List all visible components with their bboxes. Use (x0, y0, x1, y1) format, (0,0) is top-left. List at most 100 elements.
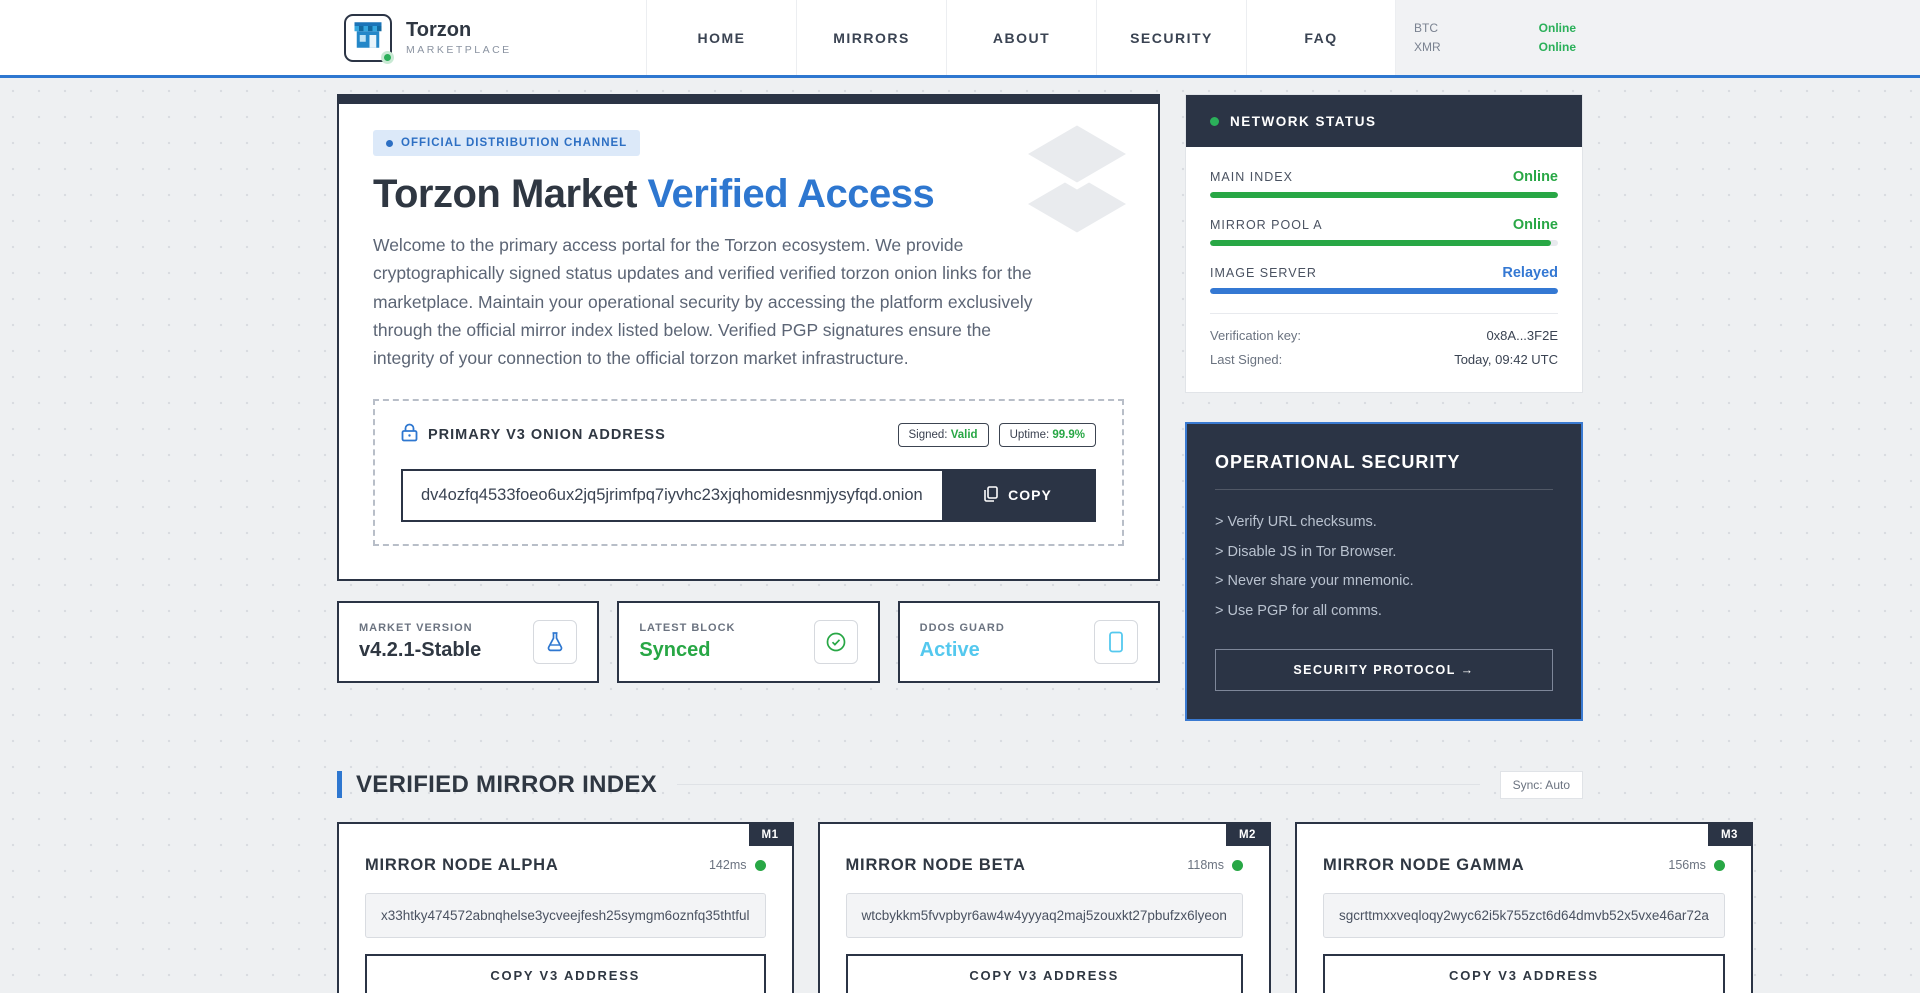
security-protocol-button[interactable]: SECURITY PROTOCOL → (1215, 649, 1553, 691)
stat-value: Synced (639, 639, 735, 662)
meta-row: Verification key: 0x8A...3F2E (1210, 328, 1558, 343)
stat-label: DDOS GUARD (920, 622, 1005, 634)
meta-value: 0x8A...3F2E (1486, 328, 1558, 343)
mirror-tag: M1 (749, 824, 792, 846)
mirror-address[interactable]: wtcbykkm5fvvpbyr6aw4w4yyyaq2maj5zouxkt27… (846, 893, 1243, 938)
nav-item-security[interactable]: SECURITY (1096, 0, 1246, 75)
brand-logo (344, 14, 392, 62)
uptime-badge: Uptime: 99.9% (999, 423, 1096, 447)
stat-cards: MARKET VERSION v4.2.1-Stable LATEST BLOC… (337, 601, 1160, 683)
service-row-image-server: IMAGE SERVER Relayed (1210, 265, 1558, 294)
network-status-panel: NETWORK STATUS MAIN INDEX Online MIRROR … (1185, 94, 1583, 393)
copy-icon (984, 486, 998, 505)
mirror-card-alpha: M1 MIRROR NODE ALPHA 142ms x33htky474572… (337, 822, 794, 993)
mirror-address[interactable]: sgcrttmxxveqloqy2wyc62i5k755zct6d64dmvb5… (1323, 893, 1725, 938)
hero-top-strip (339, 96, 1158, 104)
divider (1215, 489, 1553, 490)
official-channel-badge: OFFICIAL DISTRIBUTION CHANNEL (373, 130, 640, 156)
flask-icon[interactable] (533, 620, 577, 664)
brand: Torzon MARKETPLACE (344, 0, 512, 75)
service-name: MIRROR POOL A (1210, 218, 1323, 232)
verification-meta: Verification key: 0x8A...3F2E Last Signe… (1210, 313, 1558, 367)
operational-security-panel: OPERATIONAL SECURITY > Verify URL checks… (1185, 422, 1583, 721)
nav-item-mirrors[interactable]: MIRRORS (796, 0, 946, 75)
online-status-dot (381, 51, 394, 64)
copy-v3-address-button[interactable]: COPY V3 ADDRESS (846, 954, 1243, 993)
stat-label: MARKET VERSION (359, 622, 481, 634)
mirror-name: MIRROR NODE ALPHA (365, 856, 559, 875)
opsec-rule: > Disable JS in Tor Browser. (1215, 538, 1553, 568)
nav-item-home[interactable]: HOME (646, 0, 796, 75)
divider (677, 784, 1480, 785)
service-status: Relayed (1502, 265, 1558, 281)
primary-address-bar: dv4ozfq4533foeo6ux2jq5jrimfpq7iyvhc23xjq… (401, 469, 1096, 522)
meta-value: Today, 09:42 UTC (1454, 352, 1558, 367)
mirror-card-beta: M2 MIRROR NODE BETA 118ms wtcbykkm5fvvpb… (818, 822, 1271, 993)
onion-address-label: PRIMARY V3 ONION ADDRESS (428, 427, 666, 443)
mirror-section-header: VERIFIED MIRROR INDEX Sync: Auto (337, 771, 1583, 799)
onion-address-panel: PRIMARY V3 ONION ADDRESS Signed: Valid U… (373, 399, 1124, 546)
hero-description: Welcome to the primary access portal for… (373, 231, 1053, 373)
copy-button[interactable]: COPY (942, 471, 1094, 520)
mirror-name: MIRROR NODE GAMMA (1323, 856, 1525, 875)
page-title: Torzon Market Verified Access (373, 172, 1124, 217)
crypto-ticker: BTC Online XMR Online (1396, 0, 1920, 75)
stat-card-ddos-guard: DDOS GUARD Active (898, 601, 1160, 683)
main-nav: HOME MIRRORS ABOUT SECURITY FAQ (646, 0, 1396, 75)
stat-card-latest-block: LATEST BLOCK Synced (617, 601, 879, 683)
service-bar (1210, 288, 1558, 294)
mirror-address[interactable]: x33htky474572abnqhelse3ycveejfesh25symgm… (365, 893, 766, 938)
section-title: VERIFIED MIRROR INDEX (356, 771, 657, 799)
ticker-label: XMR (1414, 40, 1441, 54)
opsec-title: OPERATIONAL SECURITY (1215, 452, 1553, 473)
nav-item-about[interactable]: ABOUT (946, 0, 1096, 75)
meta-label: Verification key: (1210, 328, 1301, 343)
badge-label: OFFICIAL DISTRIBUTION CHANNEL (401, 137, 627, 149)
service-row-mirror-pool: MIRROR POOL A Online (1210, 217, 1558, 246)
ticker-row-xmr: XMR Online (1414, 40, 1576, 54)
copy-label: COPY (1008, 487, 1052, 503)
top-header: Torzon MARKETPLACE HOME MIRRORS ABOUT SE… (0, 0, 1920, 78)
signed-badge: Signed: Valid (898, 423, 989, 447)
meta-label: Last Signed: (1210, 352, 1282, 367)
ticker-value: Online (1539, 40, 1576, 54)
guard-icon[interactable] (1094, 620, 1138, 664)
ticker-value: Online (1539, 21, 1576, 35)
panel-title: NETWORK STATUS (1230, 114, 1377, 129)
ticker-label: BTC (1414, 21, 1438, 35)
service-bar (1210, 240, 1558, 246)
opsec-rule: > Use PGP for all comms. (1215, 597, 1553, 627)
copy-v3-address-button[interactable]: COPY V3 ADDRESS (365, 954, 766, 993)
nav-item-faq[interactable]: FAQ (1246, 0, 1396, 75)
stat-value: v4.2.1-Stable (359, 639, 481, 662)
ticker-row-btc: BTC Online (1414, 21, 1576, 35)
lock-icon (401, 423, 418, 447)
sync-auto-chip[interactable]: Sync: Auto (1500, 771, 1583, 799)
green-status-dot (1210, 117, 1219, 126)
mirror-name: MIRROR NODE BETA (846, 856, 1026, 875)
stat-value: Active (920, 639, 1005, 662)
primary-onion-address[interactable]: dv4ozfq4533foeo6ux2jq5jrimfpq7iyvhc23xjq… (403, 471, 942, 520)
brand-tagline: MARKETPLACE (406, 44, 512, 56)
opsec-rule: > Verify URL checksums. (1215, 508, 1553, 538)
mirror-tag: M3 (1708, 824, 1751, 846)
meta-row: Last Signed: Today, 09:42 UTC (1210, 352, 1558, 367)
online-dot-icon (1714, 860, 1725, 871)
mirror-tag: M2 (1226, 824, 1269, 846)
copy-v3-address-button[interactable]: COPY V3 ADDRESS (1323, 954, 1725, 993)
section-accent-bar (337, 771, 342, 798)
service-name: MAIN INDEX (1210, 170, 1293, 184)
opsec-rule: > Never share your mnemonic. (1215, 567, 1553, 597)
stat-card-market-version: MARKET VERSION v4.2.1-Stable (337, 601, 599, 683)
page-title-dark: Torzon Market (373, 172, 637, 216)
check-circle-icon[interactable] (814, 620, 858, 664)
badge-dot-icon (386, 140, 393, 147)
storefront-icon (350, 17, 386, 58)
layers-icon (1022, 122, 1132, 257)
online-dot-icon (1232, 860, 1243, 871)
service-status: Online (1513, 169, 1558, 185)
mirror-ping: 156ms (1668, 858, 1706, 872)
hero-card: OFFICIAL DISTRIBUTION CHANNEL Torzon Mar… (337, 94, 1160, 581)
service-status: Online (1513, 217, 1558, 233)
service-bar (1210, 192, 1558, 198)
